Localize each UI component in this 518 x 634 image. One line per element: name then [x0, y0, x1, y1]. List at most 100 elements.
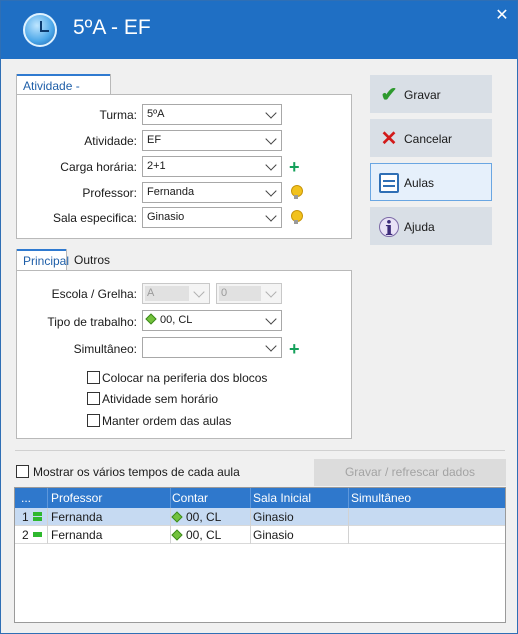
gravar-button[interactable]: ✔ Gravar [370, 75, 492, 113]
title-bar: 5ºA - EF ✕ [1, 1, 517, 59]
tab-principal[interactable]: Principal [16, 249, 69, 271]
professor-value: Fernanda [147, 186, 195, 198]
chevron-down-icon [265, 340, 277, 352]
grelha-combo[interactable]: 0 [216, 283, 282, 304]
chevron-down-icon [265, 107, 277, 119]
tab-highlight [17, 249, 66, 251]
x-icon: ✕ [380, 128, 398, 150]
refresh-button[interactable]: Gravar / refrescar dados [314, 459, 506, 486]
table-row[interactable]: 1 Fernanda 00, CL Ginasio [15, 508, 505, 526]
escola-combo[interactable]: A [142, 283, 210, 304]
lesson-block-icon [33, 512, 43, 522]
close-button[interactable]: ✕ [493, 7, 511, 25]
help-icon: i [379, 217, 399, 238]
professor-label: Professor: [82, 186, 137, 200]
table-header: ... Professor Contar Sala Inicial Simult… [15, 488, 505, 508]
turma-value: 5ºA [147, 108, 165, 120]
carga-value: 2+1 [147, 160, 166, 172]
chevron-down-icon [265, 159, 277, 171]
header-divider [250, 488, 251, 508]
add-carga-icon[interactable]: + [289, 158, 300, 176]
sala-combo[interactable]: Ginasio [142, 207, 282, 228]
header-divider [348, 488, 349, 508]
check-icon: ✔ [380, 84, 398, 106]
professor-combo[interactable]: Fernanda [142, 182, 282, 203]
tab-outros[interactable]: Outros [68, 249, 112, 271]
row-sala: Ginasio [253, 510, 294, 524]
table-row[interactable]: 2 Fernanda 00, CL Ginasio [15, 526, 505, 544]
col-num[interactable]: ... [21, 491, 31, 505]
ajuda-label: Ajuda [404, 220, 435, 234]
tipo-value: 00, CL [160, 314, 193, 326]
atividade-combo[interactable]: EF [142, 130, 282, 151]
lessons-table[interactable]: ... Professor Contar Sala Inicial Simult… [14, 487, 506, 623]
row-professor: Fernanda [51, 510, 103, 524]
clock-icon [23, 13, 57, 47]
row-num: 1 [22, 510, 29, 524]
escola-label: Escola / Grelha: [51, 287, 137, 301]
aulas-label: Aulas [404, 176, 435, 190]
dialog-window: 5ºA - EF ✕ Atividade - turma Turma: 5ºA … [0, 0, 518, 634]
chevron-down-icon [265, 210, 277, 222]
diamond-icon [171, 511, 183, 523]
diamond-icon [145, 313, 157, 325]
row-professor: Fernanda [51, 528, 103, 542]
row-sala: Ginasio [253, 528, 294, 542]
sala-label: Sala especifica: [52, 211, 137, 225]
gravar-label: Gravar [404, 88, 441, 102]
header-divider [170, 488, 171, 508]
diamond-icon [171, 529, 183, 541]
ajuda-button[interactable]: i Ajuda [370, 207, 492, 245]
lightbulb-icon[interactable] [291, 185, 303, 199]
show-times-checkbox[interactable] [16, 465, 29, 478]
escola-value: A [147, 287, 155, 299]
chevron-down-icon [265, 313, 277, 325]
chevron-down-icon [265, 133, 277, 145]
separator [15, 450, 505, 451]
cancelar-button[interactable]: ✕ Cancelar [370, 119, 492, 157]
simultaneo-label: Simultâneo: [73, 342, 137, 356]
tipo-label: Tipo de trabalho: [47, 315, 137, 329]
manter-ordem-checkbox[interactable] [87, 414, 100, 427]
tab-atividade-turma[interactable]: Atividade - turma [16, 74, 111, 107]
column-divider [170, 508, 171, 544]
tipo-combo[interactable]: 00, CL [142, 310, 282, 331]
turma-label: Turma: [99, 108, 137, 122]
column-divider [47, 508, 48, 544]
row-contar-value: 00, CL [186, 510, 222, 524]
header-divider [47, 488, 48, 508]
grelha-value: 0 [221, 287, 228, 299]
col-contar[interactable]: Contar [172, 491, 208, 505]
turma-combo[interactable]: 5ºA [142, 104, 282, 125]
lessons-icon [379, 173, 399, 193]
periferia-label: Colocar na periferia dos blocos [102, 371, 268, 385]
window-title: 5ºA - EF [73, 16, 151, 39]
show-times-label: Mostrar os vários tempos de cada aula [33, 465, 240, 479]
sem-horario-label: Atividade sem horário [102, 392, 219, 406]
column-divider [250, 508, 251, 544]
sala-value: Ginasio [147, 211, 185, 223]
lightbulb-icon[interactable] [291, 210, 303, 224]
row-num: 2 [22, 528, 29, 542]
atividade-value: EF [147, 134, 162, 146]
row-contar: 00, CL [171, 528, 221, 542]
chevron-down-icon [193, 286, 205, 298]
add-simultaneo-icon[interactable]: + [289, 340, 300, 358]
chevron-down-icon [265, 185, 277, 197]
col-sala[interactable]: Sala Inicial [253, 491, 311, 505]
periferia-checkbox[interactable] [87, 371, 100, 384]
lesson-block-icon [33, 530, 43, 540]
column-divider [348, 508, 349, 544]
col-professor[interactable]: Professor [51, 491, 102, 505]
simultaneo-combo[interactable] [142, 337, 282, 358]
aulas-button[interactable]: Aulas [370, 163, 492, 201]
sem-horario-checkbox[interactable] [87, 392, 100, 405]
carga-combo[interactable]: 2+1 [142, 156, 282, 177]
tab-highlight [17, 74, 110, 76]
manter-ordem-label: Manter ordem das aulas [102, 414, 232, 428]
cancelar-label: Cancelar [404, 132, 453, 146]
row-contar: 00, CL [171, 510, 222, 524]
atividade-label: Atividade: [84, 134, 137, 148]
col-simultaneo[interactable]: Simultâneo [351, 491, 411, 505]
carga-label: Carga horária: [60, 160, 137, 174]
